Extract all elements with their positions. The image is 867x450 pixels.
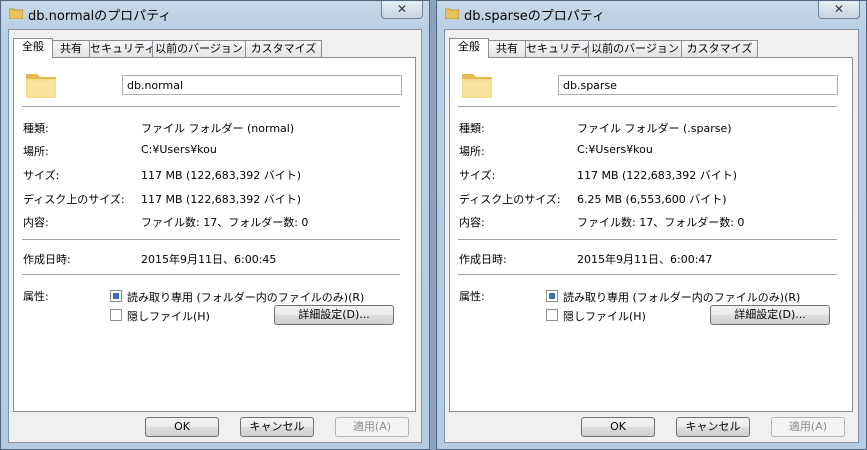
folder-name-input[interactable]: [122, 75, 402, 95]
apply-button[interactable]: 適用(A): [771, 417, 845, 437]
cancel-button[interactable]: キャンセル: [676, 417, 750, 437]
general-panel: 種類: ファイル フォルダー (.sparse) 場所: C:¥Users¥ko…: [449, 57, 853, 412]
location-value: C:¥Users¥kou: [577, 143, 653, 156]
tab-sharing[interactable]: 共有: [52, 40, 90, 57]
separator: [458, 106, 837, 107]
tab-customize[interactable]: カスタマイズ: [245, 40, 322, 57]
attributes-label: 属性:: [23, 290, 49, 303]
size-on-disk-label: ディスク上のサイズ:: [459, 193, 561, 206]
created-value: 2015年9月11日、6:00:45: [141, 253, 277, 266]
location-label: 場所:: [459, 145, 485, 158]
separator: [458, 274, 837, 275]
tab-general[interactable]: 全般: [449, 38, 489, 58]
contents-label: 内容:: [23, 216, 49, 229]
tab-general[interactable]: 全般: [13, 38, 53, 58]
title-bar[interactable]: db.normalのプロパティ ✕: [1, 1, 429, 29]
size-label: サイズ:: [459, 169, 496, 182]
properties-window-normal: db.normalのプロパティ ✕ 全般 共有 セキュリティ 以前のバージョン …: [0, 0, 430, 450]
dialog-client: 全般 共有 セキュリティ 以前のバージョン カスタマイズ 種類: ファイル フォ…: [444, 29, 859, 443]
advanced-button[interactable]: 詳細設定(D)...: [274, 305, 394, 325]
general-panel: 種類: ファイル フォルダー (normal) 場所: C:¥Users¥kou…: [13, 57, 416, 412]
size-label: サイズ:: [23, 169, 60, 182]
ok-button[interactable]: OK: [581, 417, 655, 437]
type-label: 種類:: [459, 122, 485, 135]
folder-icon: [462, 74, 492, 98]
type-value: ファイル フォルダー (.sparse): [577, 122, 732, 135]
size-value: 117 MB (122,683,392 バイト): [141, 169, 302, 182]
contents-value: ファイル数: 17、フォルダー数: 0: [141, 216, 309, 229]
close-icon: ✕: [396, 2, 408, 16]
window-title: db.normalのプロパティ: [28, 9, 172, 24]
folder-icon: [26, 74, 56, 98]
title-bar[interactable]: db.sparseのプロパティ ✕: [437, 1, 866, 29]
readonly-label[interactable]: 読み取り専用 (フォルダー内のファイルのみ)(R): [127, 289, 364, 305]
contents-label: 内容:: [459, 216, 485, 229]
window-title: db.sparseのプロパティ: [464, 9, 605, 24]
type-label: 種類:: [23, 122, 49, 135]
folder-icon: [445, 8, 459, 19]
size-on-disk-label: ディスク上のサイズ:: [23, 193, 125, 206]
size-on-disk-value: 6.25 MB (6,553,600 バイト): [577, 193, 727, 206]
tab-customize[interactable]: カスタマイズ: [681, 40, 758, 57]
separator: [22, 239, 400, 240]
folder-icon: [9, 8, 23, 19]
attributes-label: 属性:: [459, 290, 485, 303]
apply-button[interactable]: 適用(A): [335, 417, 409, 437]
close-button[interactable]: ✕: [818, 1, 860, 19]
hidden-checkbox[interactable]: [110, 309, 122, 321]
size-value: 117 MB (122,683,392 バイト): [577, 169, 738, 182]
created-label: 作成日時:: [23, 253, 71, 266]
folder-name-input[interactable]: [558, 75, 838, 95]
close-button[interactable]: ✕: [381, 1, 423, 19]
dialog-client: 全般 共有 セキュリティ 以前のバージョン カスタマイズ 種類: ファイル フォ…: [8, 29, 422, 443]
hidden-checkbox[interactable]: [546, 309, 558, 321]
size-on-disk-value: 117 MB (122,683,392 バイト): [141, 193, 302, 206]
tab-sharing[interactable]: 共有: [488, 40, 526, 57]
location-value: C:¥Users¥kou: [141, 143, 217, 156]
separator: [22, 274, 400, 275]
advanced-button[interactable]: 詳細設定(D)...: [710, 305, 830, 325]
created-label: 作成日時:: [459, 253, 507, 266]
close-icon: ✕: [833, 2, 845, 16]
readonly-checkbox[interactable]: [110, 290, 122, 302]
created-value: 2015年9月11日、6:00:47: [577, 253, 713, 266]
hidden-label[interactable]: 隠しファイル(H): [563, 308, 646, 324]
readonly-label[interactable]: 読み取り専用 (フォルダー内のファイルのみ)(R): [563, 289, 800, 305]
cancel-button[interactable]: キャンセル: [240, 417, 314, 437]
location-label: 場所:: [23, 145, 49, 158]
type-value: ファイル フォルダー (normal): [141, 122, 295, 135]
tab-previous-versions[interactable]: 以前のバージョン: [152, 40, 246, 57]
separator: [22, 106, 400, 107]
tab-security[interactable]: セキュリティ: [525, 40, 591, 57]
separator: [458, 239, 837, 240]
properties-window-sparse: db.sparseのプロパティ ✕ 全般 共有 セキュリティ 以前のバージョン …: [436, 0, 867, 450]
ok-button[interactable]: OK: [145, 417, 219, 437]
tab-previous-versions[interactable]: 以前のバージョン: [588, 40, 682, 57]
contents-value: ファイル数: 17、フォルダー数: 0: [577, 216, 745, 229]
hidden-label[interactable]: 隠しファイル(H): [127, 308, 210, 324]
readonly-checkbox[interactable]: [546, 290, 558, 302]
tab-security[interactable]: セキュリティ: [89, 40, 155, 57]
